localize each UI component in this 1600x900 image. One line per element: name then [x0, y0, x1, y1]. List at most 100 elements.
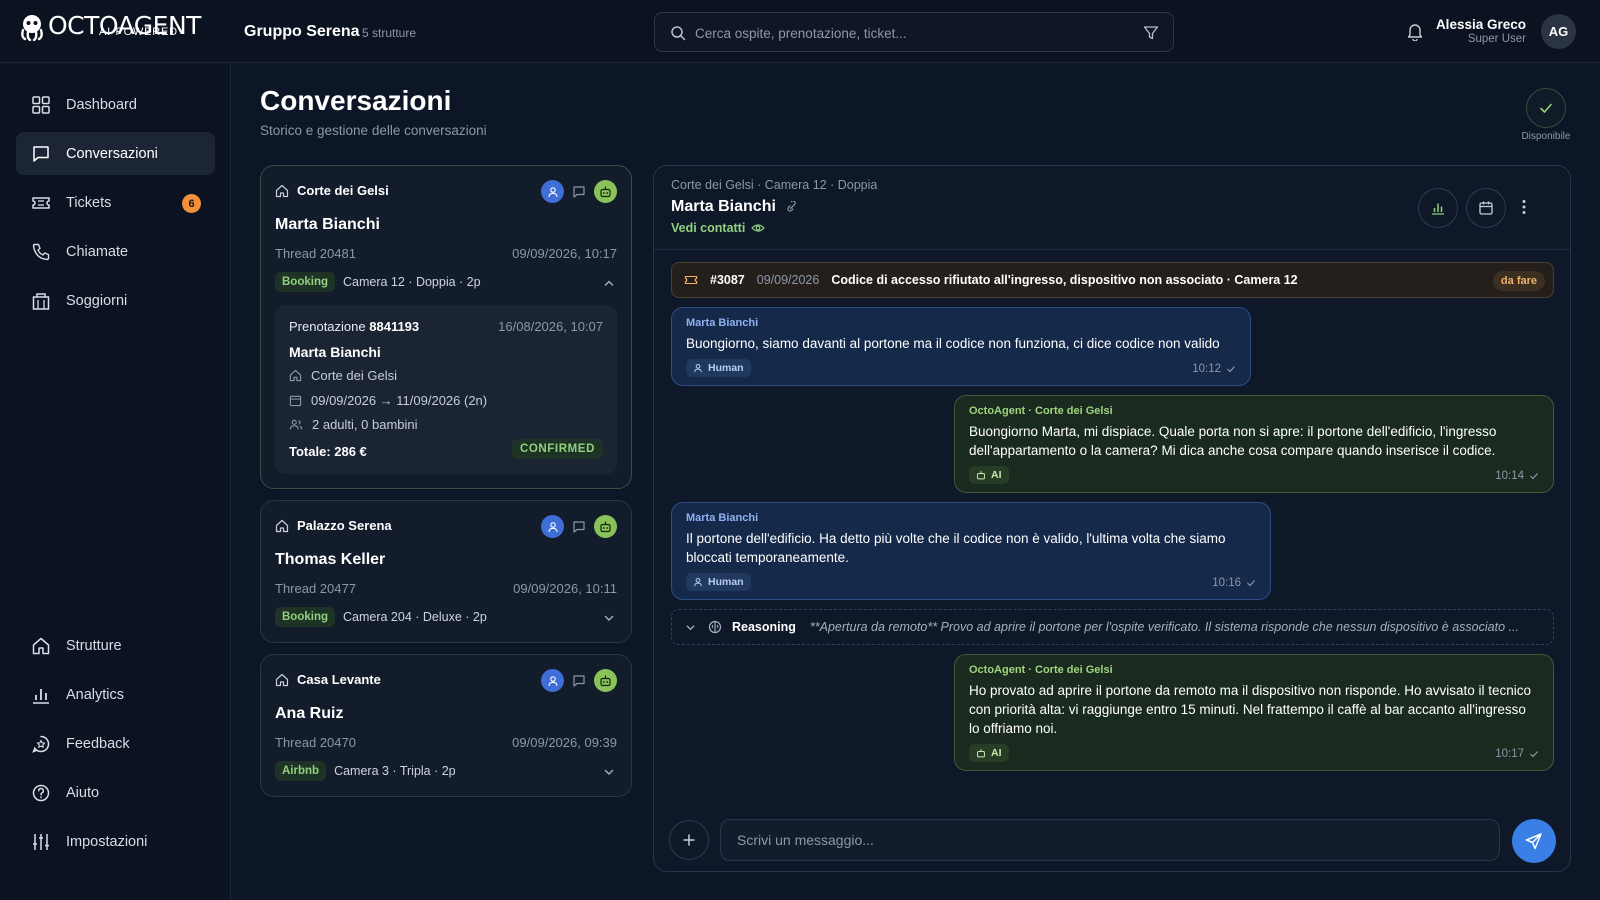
robot-icon: [977, 749, 985, 758]
booking-status-badge: CONFIRMED: [511, 439, 603, 459]
sidebar-item-analytics[interactable]: Analytics: [16, 673, 215, 716]
message-sender: Marta Bianchi: [686, 512, 759, 524]
message-text: Buongiorno Marta, mi dispiace. Quale por…: [969, 424, 1497, 458]
card-property: Corte dei Gelsi: [275, 183, 389, 198]
send-icon: [1525, 833, 1542, 850]
reasoning-label: Reasoning: [732, 620, 796, 634]
thread-datetime: 09/09/2026, 10:11: [513, 581, 617, 596]
chat-panel: Corte dei Gelsi · Camera 12 · Doppia Mar…: [653, 165, 1571, 872]
sidebar-item-strutture[interactable]: Strutture: [16, 624, 215, 667]
sidebar-item-soggiorni[interactable]: Soggiorni: [16, 279, 215, 322]
check-icon: [1530, 473, 1538, 480]
conversation-card[interactable]: Corte dei Gelsi Marta Bianchi Thread 204…: [260, 165, 632, 489]
calendar-icon: [289, 395, 302, 407]
ticket-status-badge: da fare: [1492, 271, 1545, 291]
message-text: Il portone dell'edificio. Ha detto più v…: [686, 531, 1226, 565]
group-name[interactable]: Gruppo Serena: [244, 23, 360, 41]
card-property: Palazzo Serena: [275, 518, 392, 533]
check-icon: [1540, 103, 1552, 113]
sidebar-item-dashboard[interactable]: Dashboard: [16, 83, 215, 126]
ticket-date: 09/09/2026: [756, 273, 820, 287]
top-bar: OCTOAGENT AI-POWERED Gruppo Serena 5 str…: [0, 0, 1600, 63]
sidebar-item-chiamate[interactable]: Chiamate: [16, 230, 215, 273]
search-icon: [671, 26, 686, 41]
booking-guests: 2 adulti, 0 bambini: [289, 417, 418, 432]
reasoning-row[interactable]: Reasoning **Apertura da remoto** Provo a…: [671, 609, 1554, 645]
page-subtitle: Storico e gestione delle conversazioni: [260, 123, 487, 138]
message-time: 10:17: [1495, 748, 1539, 760]
human-agent-icon: [541, 180, 564, 203]
chevron-down-icon[interactable]: [603, 766, 615, 778]
booking-channel-row: Booking Camera 12 · Doppia · 2p: [275, 272, 481, 292]
card-property: Casa Levante: [275, 672, 381, 687]
message-text: Ho provato ad aprire il portone da remot…: [969, 683, 1532, 736]
chevron-down-icon[interactable]: [603, 612, 615, 624]
chat-icon: [33, 145, 49, 162]
help-icon: [32, 784, 50, 801]
guest-name: Marta Bianchi: [275, 216, 380, 233]
avatar[interactable]: AG: [1541, 14, 1576, 49]
sidebar-item-label: Analytics: [66, 686, 125, 703]
user-name[interactable]: Alessia Greco: [1436, 17, 1526, 32]
availability-label: Disponibile: [1521, 131, 1571, 142]
availability-toggle[interactable]: [1526, 88, 1566, 128]
analytics-button[interactable]: [1418, 188, 1458, 228]
message-bubble-ai: OctoAgent · Corte dei Gelsi Buongiorno M…: [954, 395, 1554, 493]
sidebar-item-feedback[interactable]: Feedback: [16, 722, 215, 765]
building-icon: [32, 292, 50, 310]
ai-robot-icon: [594, 180, 617, 203]
calendar-button[interactable]: [1466, 188, 1506, 228]
calendar-icon: [1479, 201, 1493, 215]
channel-badge: Booking: [275, 272, 335, 292]
filter-icon[interactable]: [1143, 25, 1159, 41]
sidebar-item-tickets[interactable]: Tickets 6: [16, 181, 215, 224]
ai-robot-icon: [594, 669, 617, 692]
view-contacts-link[interactable]: Vedi contatti: [671, 221, 766, 235]
user-icon: [694, 577, 702, 587]
thread-datetime: 09/09/2026, 10:17: [512, 246, 617, 261]
message-text: Buongiorno, siamo davanti al portone ma …: [686, 336, 1220, 351]
more-vertical-icon[interactable]: [1522, 199, 1526, 215]
user-icon: [694, 363, 702, 373]
chat-bubble-icon: [568, 670, 590, 692]
sidebar-item-impostazioni[interactable]: Impostazioni: [16, 820, 215, 863]
message-sender: Marta Bianchi: [686, 317, 759, 329]
message-sender: OctoAgent · Corte dei Gelsi: [969, 405, 1113, 417]
send-button[interactable]: [1512, 819, 1556, 863]
message-input[interactable]: [720, 819, 1500, 861]
sidebar-item-label: Strutture: [66, 637, 122, 654]
linked-ticket-bar[interactable]: #3087 09/09/2026 Codice di accesso rifiu…: [671, 262, 1554, 298]
bar-chart-icon: [33, 688, 49, 704]
home-icon: [289, 369, 302, 382]
conversation-card[interactable]: Palazzo Serena Thomas Keller Thread 2047…: [260, 500, 632, 643]
sidebar-item-label: Tickets: [66, 194, 112, 211]
bell-icon[interactable]: [1406, 22, 1424, 41]
eye-icon: [751, 224, 766, 232]
human-badge: Human: [686, 573, 751, 591]
chevron-down-icon: [686, 624, 695, 630]
human-badge: Human: [686, 359, 751, 377]
ticket-id: #3087: [710, 273, 745, 287]
search-input[interactable]: [695, 22, 1125, 44]
home-icon: [275, 673, 289, 686]
link-icon[interactable]: [785, 200, 798, 214]
guest-name: Thomas Keller: [275, 551, 386, 568]
card-status-icons: [541, 515, 617, 538]
check-icon: [1530, 751, 1538, 758]
ticket-description: Codice di accesso rifiutato all'ingresso…: [831, 273, 1298, 287]
booking-details: Prenotazione 8841193 16/08/2026, 10:07 M…: [275, 305, 617, 474]
sidebar-item-conversazioni[interactable]: Conversazioni: [16, 132, 215, 175]
conversation-card[interactable]: Casa Levante Ana Ruiz Thread 20470 09/09…: [260, 654, 632, 797]
bar-chart-icon: [1432, 203, 1444, 215]
thread-id: Thread 20470: [275, 735, 356, 750]
room-info: Camera 3 · Tripla · 2p: [334, 764, 456, 778]
booking-channel-row: Booking Camera 204 · Deluxe · 2p: [275, 607, 487, 627]
sidebar-item-aiuto[interactable]: Aiuto: [16, 771, 215, 814]
robot-icon: [977, 471, 985, 480]
property-name: Palazzo Serena: [297, 518, 392, 533]
booking-property: Corte dei Gelsi: [289, 368, 397, 383]
attach-button[interactable]: [669, 820, 709, 860]
phone-icon: [32, 243, 50, 260]
home-icon: [32, 637, 50, 654]
chevron-up-icon[interactable]: [603, 277, 615, 289]
